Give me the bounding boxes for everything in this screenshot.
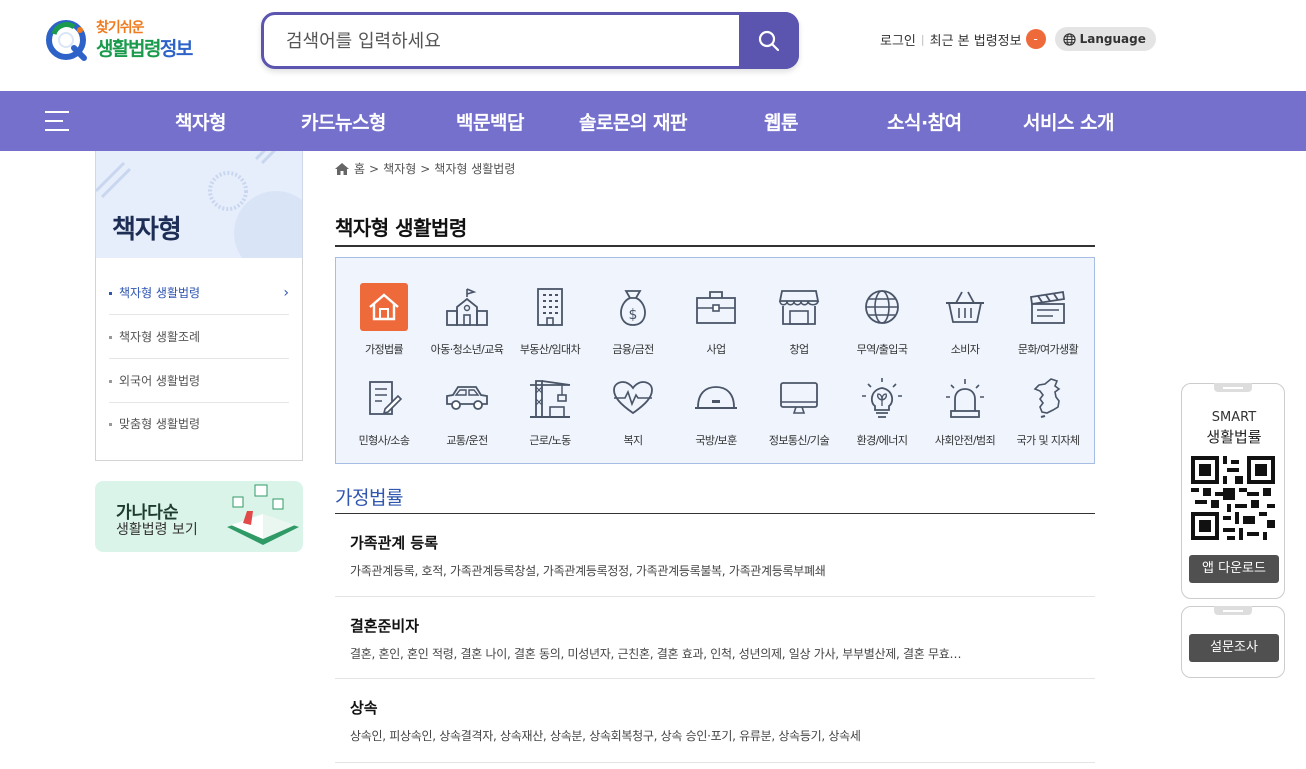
category-it-technology[interactable]: 정보통신/기술 (754, 374, 844, 448)
search-button[interactable] (739, 12, 799, 69)
sidebar-item-foreign-language[interactable]: 외국어 생활법령 (109, 359, 289, 403)
search-icon (758, 30, 780, 52)
category-startup[interactable]: 창업 (754, 283, 844, 357)
law-list-item[interactable]: 가족관계 등록 가족관계등록, 호적, 가족관계등록창설, 가족관계등록정정, … (335, 514, 1095, 597)
language-button[interactable]: Language (1054, 27, 1156, 51)
top-utility-links: 로그인 | 최근 본 법령정보 - Language (880, 27, 1156, 51)
monitor-icon (775, 374, 823, 422)
site-logo[interactable]: 찾기쉬운 생활법령정보 (44, 16, 214, 66)
crane-icon (526, 374, 574, 422)
law-list-item[interactable]: 상속 상속인, 피상속인, 상속결격자, 상속재산, 상속분, 상속회복청구, … (335, 679, 1095, 763)
globe-icon (858, 283, 906, 331)
category-real-estate[interactable]: 부동산/임대차 (505, 283, 595, 357)
chevron-right-icon: › (283, 285, 289, 301)
house-icon (360, 283, 408, 331)
breadcrumb-booklet[interactable]: 책자형 (383, 160, 416, 177)
category-family-law[interactable]: 가정법률 (339, 283, 429, 357)
smart-app-name: 생활법률 (1206, 428, 1262, 446)
globe-icon (1062, 32, 1076, 46)
category-labor[interactable]: 근로/노동 (505, 374, 595, 448)
menu-icon[interactable] (45, 111, 69, 131)
sidebar-item-custom[interactable]: 맞춤형 생활법령 (109, 402, 289, 446)
nav-cardnews[interactable]: 카드뉴스형 (301, 108, 386, 135)
section-title: 가정법률 (335, 487, 403, 509)
logo-magnifier-icon (46, 20, 87, 61)
category-culture-leisure[interactable]: 문화/여가생활 (1003, 283, 1093, 357)
heart-pulse-icon (609, 374, 657, 422)
category-traffic-driving[interactable]: 교통/운전 (422, 374, 512, 448)
nav-booklet[interactable]: 책자형 (175, 108, 226, 135)
qr-code-icon (1191, 456, 1275, 540)
page-title: 책자형 생활법령 (335, 216, 467, 240)
svg-text:$: $ (629, 307, 638, 323)
law-title[interactable]: 결혼준비자 (350, 615, 419, 636)
category-environment-energy[interactable]: 환경/에너지 (837, 374, 927, 448)
sidebar-item-booklet-ordinance[interactable]: 책자형 생활조례 (109, 315, 289, 359)
category-public-safety[interactable]: 사회안전/범죄 (920, 374, 1010, 448)
breadcrumb: 홈 > 책자형 > 책자형 생활법령 (335, 160, 519, 177)
basket-icon (941, 283, 989, 331)
category-welfare[interactable]: 복지 (588, 374, 678, 448)
law-title[interactable]: 상속 (350, 697, 378, 718)
law-title[interactable]: 가족관계 등록 (350, 532, 438, 553)
survey-button[interactable]: 설문조사 (1189, 634, 1279, 662)
law-keywords: 결혼, 혼인, 혼인 적령, 결혼 나이, 결혼 동의, 미성년자, 근친혼, … (350, 647, 962, 661)
car-icon (443, 374, 491, 422)
category-finance[interactable]: $ 금융/금전 (588, 283, 678, 357)
briefcase-icon (692, 283, 740, 331)
title-divider (335, 245, 1095, 247)
nav-about[interactable]: 서비스 소개 (1023, 108, 1115, 135)
helmet-icon (692, 374, 740, 422)
category-defense-veterans[interactable]: 국방/보훈 (671, 374, 761, 448)
sidebar-item-booklet-law[interactable]: 책자형 생활법령 › (109, 271, 289, 315)
recent-laws-link[interactable]: 최근 본 법령정보 (930, 30, 1022, 49)
alarm-light-icon (941, 374, 989, 422)
smart-app-widget: SMART 생활법률 앱 다운로드 (1181, 383, 1285, 599)
law-keywords: 상속인, 피상속인, 상속결격자, 상속재산, 상속분, 상속회복청구, 상속 … (350, 729, 861, 743)
sidebar-menu: 책자형 생활법령 › 책자형 생활조례 외국어 생활법령 맞춤형 생활법령 (95, 258, 303, 461)
category-trade-immigration[interactable]: 무역/출입국 (837, 283, 927, 357)
category-business[interactable]: 사업 (671, 283, 761, 357)
search-box (261, 12, 799, 69)
search-input[interactable] (286, 27, 726, 55)
sidebar-header: 책자형 (95, 151, 303, 258)
home-icon[interactable] (335, 162, 349, 175)
sidebar-title: 책자형 (112, 215, 182, 245)
money-bag-icon: $ (609, 283, 657, 331)
lightbulb-icon (858, 374, 906, 422)
alphabetical-law-banner[interactable]: 가나다순 생활법령 보기 (95, 481, 303, 552)
category-child-education[interactable]: 아동·청소년/교육 (422, 283, 512, 357)
main-nav: 책자형 카드뉴스형 백문백답 솔로몬의 재판 웹툰 소식·참여 서비스 소개 (0, 91, 1306, 151)
breadcrumb-current: 책자형 생활법령 (434, 162, 516, 176)
korea-map-icon (1024, 374, 1072, 422)
breadcrumb-home[interactable]: 홈 (354, 160, 365, 177)
nav-qna[interactable]: 백문백답 (456, 108, 524, 135)
site-header: 찾기쉬운 생활법령정보 로그인 | 최근 본 법령정보 - Language (0, 0, 1306, 91)
school-icon (443, 283, 491, 331)
category-state-local-gov[interactable]: 국가 및 지자체 (1003, 374, 1093, 448)
app-download-button[interactable]: 앱 다운로드 (1189, 555, 1279, 583)
document-pen-icon (360, 374, 408, 422)
building-icon (526, 283, 574, 331)
recent-count-badge: - (1025, 29, 1046, 49)
clapperboard-icon (1024, 283, 1072, 331)
logo-title: 생활법령정보 (96, 38, 193, 60)
law-keywords: 가족관계등록, 호적, 가족관계등록창설, 가족관계등록정정, 가족관계등록불복… (350, 564, 826, 578)
nav-webtoon[interactable]: 웹툰 (764, 108, 798, 135)
login-link[interactable]: 로그인 (880, 30, 916, 49)
smart-label: SMART (1211, 410, 1257, 425)
category-consumer[interactable]: 소비자 (920, 283, 1010, 357)
law-list-item[interactable]: 결혼준비자 결혼, 혼인, 혼인 적령, 결혼 나이, 결혼 동의, 미성년자,… (335, 597, 1095, 679)
store-icon (775, 283, 823, 331)
category-grid: 가정법률 아동·청소년/교육 부동산/임대차 $ 금융/금전 사업 창업 무역/… (335, 257, 1095, 464)
survey-widget: 설문조사 (1181, 606, 1285, 678)
category-civil-criminal[interactable]: 민형사/소송 (339, 374, 429, 448)
nav-news[interactable]: 소식·참여 (887, 108, 962, 135)
banner-subtitle: 생활법령 보기 (116, 522, 198, 538)
nav-solomon[interactable]: 솔로몬의 재판 (579, 108, 688, 135)
book-illustration-icon (227, 484, 299, 545)
